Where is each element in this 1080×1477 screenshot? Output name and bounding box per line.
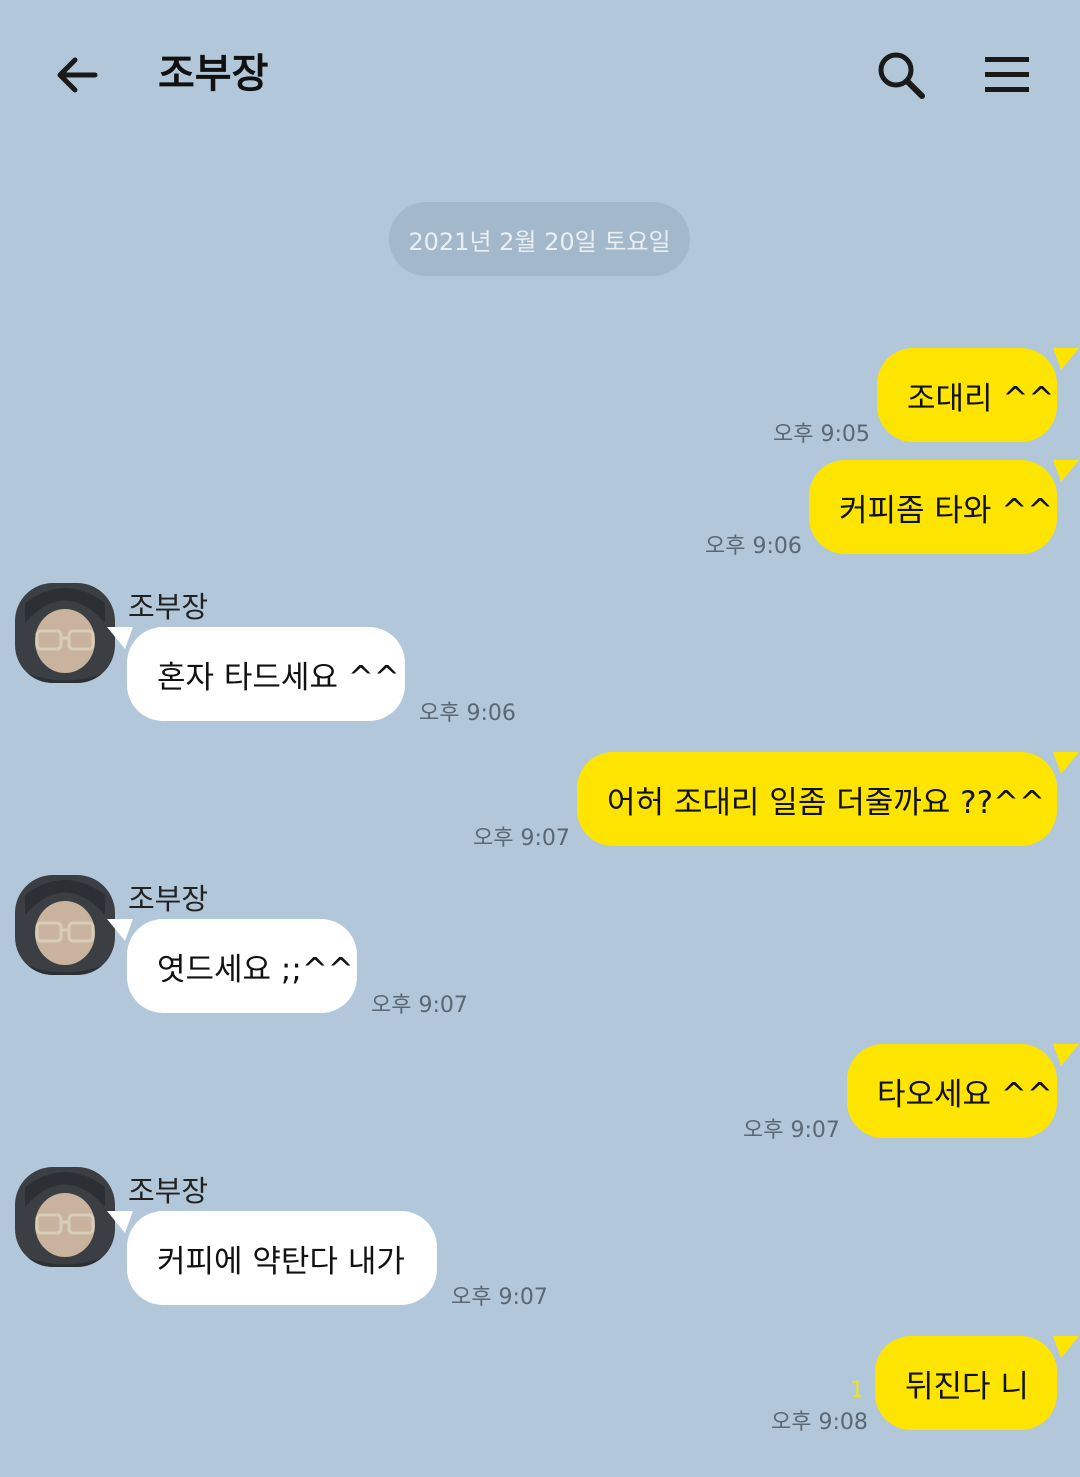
message-text: 조대리 ^^ [907,380,1055,417]
bubble-tail [1053,1336,1079,1358]
bubble-tail [107,1211,133,1233]
message-text: 타오세요 ^^ [877,1076,1053,1113]
their-message-bubble[interactable]: 혼자 타드세요 ^^ [107,627,405,721]
message-text: 커피좀 타와 ^^ [839,492,1054,529]
avatar[interactable] [15,1167,115,1267]
avatar-image [15,583,115,683]
avatar-image [15,875,115,975]
sender-name: 조부장 [128,590,209,624]
message-time: 오후 9:06 [705,534,802,559]
unread-count: 1 [850,1378,864,1403]
message-text: 엿드세요 ;;^^ [157,951,354,988]
message-text: 혼자 타드세요 ^^ [157,659,400,696]
search-button[interactable] [872,46,930,104]
my-message-bubble[interactable]: 커피좀 타와 ^^ [809,460,1079,554]
sender-name: 조부장 [128,882,209,916]
message-text: 커피에 약탄다 내가 [157,1243,405,1280]
hamburger-menu-icon [985,57,1029,92]
my-message-bubble[interactable]: 타오세요 ^^ [847,1044,1079,1138]
bubble-tail [1053,752,1079,774]
message-time: 오후 9:08 [771,1410,868,1435]
avatar-image [15,1167,115,1267]
message-text: 어허 조대리 일좀 더줄까요 ??^^ [607,784,1045,821]
message-time: 오후 9:07 [743,1118,840,1143]
avatar[interactable] [15,583,115,683]
menu-button[interactable] [978,46,1036,104]
search-icon [878,52,925,99]
bubble-tail [1053,348,1079,370]
avatar[interactable] [15,875,115,975]
arrow-left-icon [57,57,98,93]
message-time: 오후 9:07 [473,826,570,851]
message-time: 오후 9:06 [419,701,516,726]
bubble-tail [1053,460,1079,482]
message-time: 오후 9:07 [451,1285,548,1310]
my-message-bubble[interactable]: 조대리 ^^ [877,348,1079,442]
bubble-tail [107,627,133,649]
sender-name: 조부장 [128,1174,209,1208]
message-text: 뒤진다 니 [905,1368,1029,1405]
bubble-tail [107,919,133,941]
chat-title: 조부장 [158,51,269,97]
my-message-bubble[interactable]: 어허 조대리 일좀 더줄까요 ??^^ [577,752,1079,846]
message-time: 오후 9:05 [773,422,870,447]
back-button[interactable] [48,46,106,104]
bubble-tail [1053,1044,1079,1066]
date-divider: 2021년 2월 20일 토요일 [389,202,690,276]
chat-header: 조부장 [0,0,1080,150]
their-message-bubble[interactable]: 엿드세요 ;;^^ [107,919,357,1013]
my-message-bubble[interactable]: 뒤진다 니 [875,1336,1079,1430]
their-message-bubble[interactable]: 커피에 약탄다 내가 [107,1211,437,1305]
message-time: 오후 9:07 [371,993,468,1018]
